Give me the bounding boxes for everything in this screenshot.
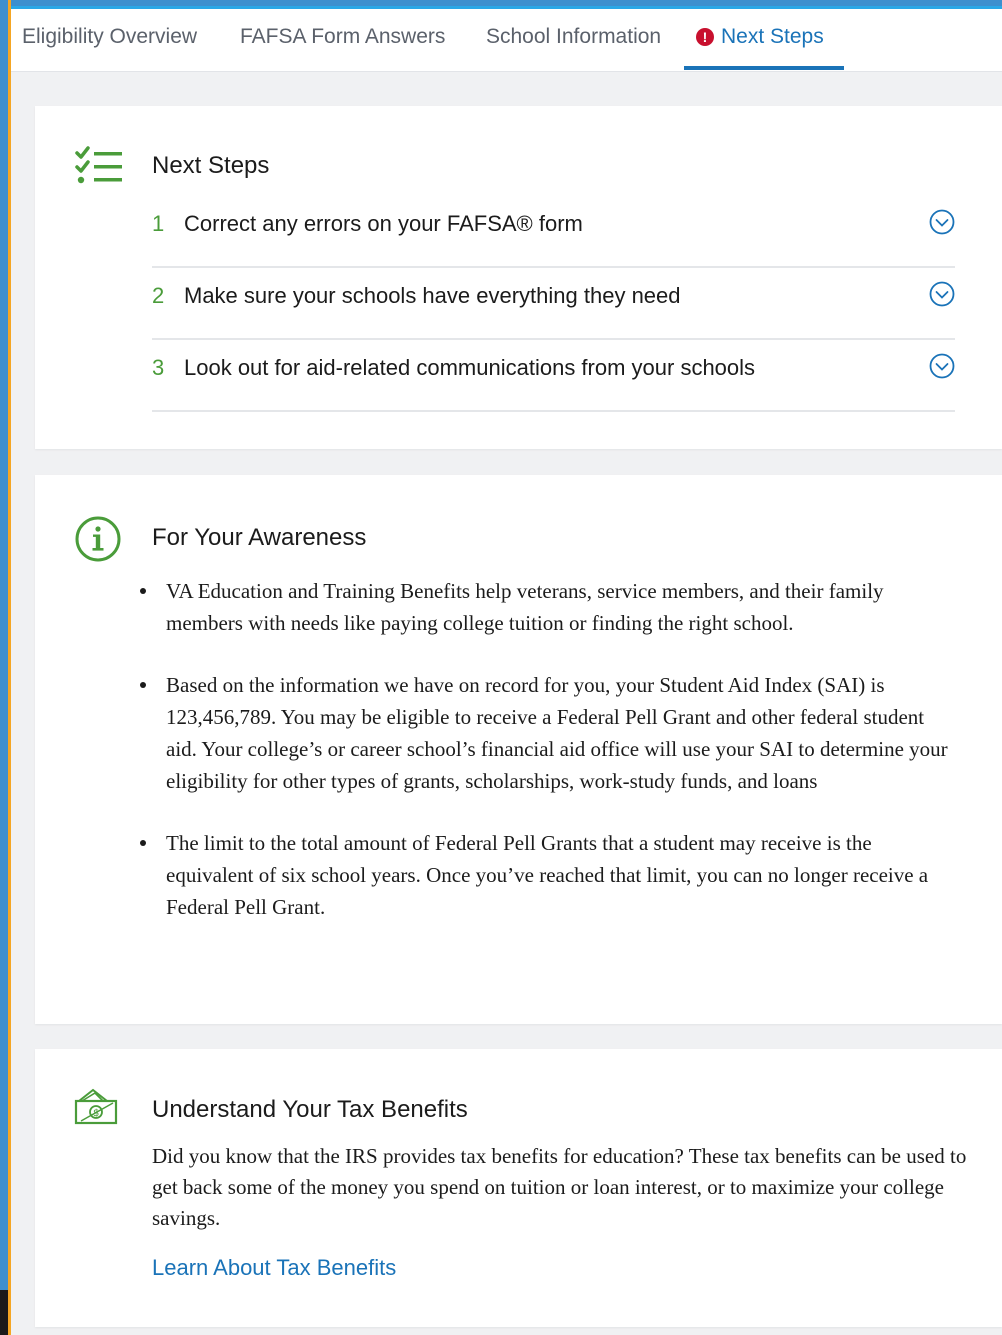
bullet-dot (140, 588, 146, 594)
tab-label: Next Steps (721, 25, 824, 48)
edge-shadow (0, 1290, 8, 1335)
tax-benefits-card: $ Understand Your Tax Benefits Did you k… (35, 1049, 1002, 1327)
learn-tax-benefits-link[interactable]: Learn About Tax Benefits (152, 1255, 396, 1281)
money-bill-icon: $ (73, 1087, 121, 1132)
step-number: 2 (152, 283, 165, 308)
checklist-icon (75, 146, 123, 191)
bullet-text: The limit to the total amount of Federal… (166, 831, 929, 919)
page: Eligibility Overview FAFSA Form Answers … (11, 9, 1002, 1335)
chevron-down-circle-icon[interactable] (929, 281, 955, 307)
alert-circle-icon: ! (696, 28, 714, 46)
tab-eligibility-overview[interactable]: Eligibility Overview (22, 9, 197, 71)
step-text: Make sure your schools have everything t… (184, 283, 681, 308)
tab-bar: Eligibility Overview FAFSA Form Answers … (11, 9, 1002, 72)
chevron-down-circle-icon[interactable] (929, 353, 955, 379)
step-text: Correct any errors on your FAFSA® form (184, 211, 583, 236)
bullet-text: VA Education and Training Benefits help … (166, 579, 884, 635)
step-number: 3 (152, 355, 165, 380)
info-circle-icon (75, 516, 121, 567)
bullet-dot (140, 682, 146, 688)
bullet-text: Based on the information we have on reco… (166, 673, 948, 793)
awareness-bullet: Based on the information we have on reco… (140, 669, 952, 797)
tab-next-steps[interactable]: ! Next Steps (696, 9, 824, 71)
chevron-down-circle-icon[interactable] (929, 209, 955, 235)
step-item-3[interactable]: 3 Look out for aid-related communication… (152, 338, 955, 412)
awareness-bullet: The limit to the total amount of Federal… (140, 827, 952, 923)
tab-school-information[interactable]: School Information (486, 9, 661, 71)
active-tab-indicator (684, 66, 844, 70)
tax-benefits-title: Understand Your Tax Benefits (152, 1096, 468, 1123)
step-text: Look out for aid-related communications … (184, 355, 756, 380)
awareness-title: For Your Awareness (152, 524, 367, 551)
tax-benefits-text: Did you know that the IRS provides tax b… (152, 1144, 967, 1230)
tab-label: School Information (486, 25, 662, 48)
tab-label: Eligibility Overview (22, 25, 198, 48)
awareness-card: For Your Awareness VA Education and Trai… (35, 475, 1002, 1024)
tab-fafsa-form-answers[interactable]: FAFSA Form Answers (240, 9, 445, 71)
next-steps-title: Next Steps (152, 152, 270, 179)
step-number: 1 (152, 211, 165, 236)
awareness-bullet: VA Education and Training Benefits help … (140, 575, 952, 639)
tab-label: FAFSA Form Answers (240, 25, 446, 48)
step-item-2[interactable]: 2 Make sure your schools have everything… (152, 266, 955, 340)
bullet-dot (140, 840, 146, 846)
next-steps-card: Next Steps 1 Correct any errors on your … (35, 106, 1002, 449)
step-item-1[interactable]: 1 Correct any errors on your FAFSA® form (152, 194, 955, 268)
awareness-list: VA Education and Training Benefits help … (140, 575, 952, 953)
